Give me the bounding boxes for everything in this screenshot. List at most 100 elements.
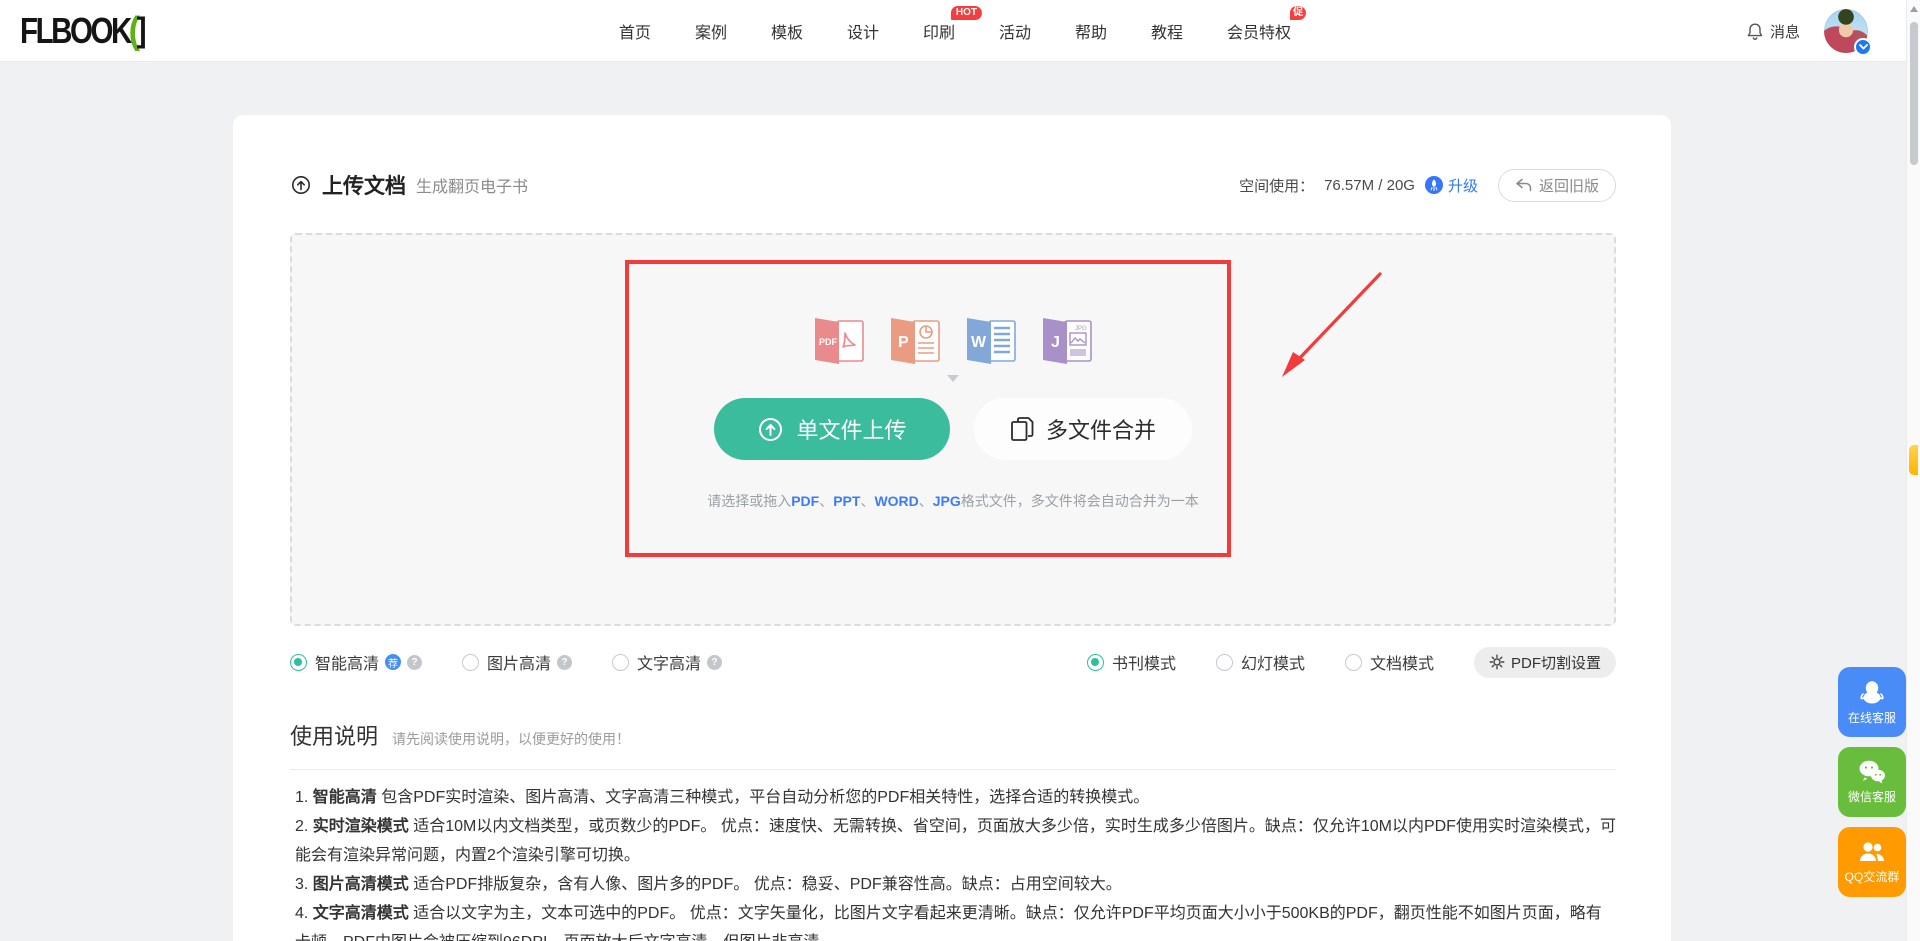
svg-text:J: J bbox=[1051, 334, 1060, 351]
main-nav: 首页 案例 模板 设计 印刷HOT 活动 帮助 教程 会员特权促 bbox=[619, 0, 1291, 62]
logo-text: FLBOOK bbox=[20, 10, 130, 52]
quality-text-label: 文字高清 bbox=[637, 650, 701, 674]
single-upload-button[interactable]: 单文件上传 bbox=[714, 398, 950, 460]
instructions-header: 使用说明 请先阅读使用说明，以便更好的使用！ bbox=[290, 719, 630, 751]
user-avatar[interactable] bbox=[1824, 9, 1868, 53]
nav-item-vip[interactable]: 会员特权促 bbox=[1227, 19, 1291, 43]
gear-icon bbox=[1489, 654, 1505, 670]
instruction-item: 3. 图片高清模式 适合PDF排版复杂，含有人像、图片多的PDF。 优点：稳妥、… bbox=[295, 870, 1617, 899]
instruction-item: 2. 实时渲染模式 适合10M以内文档类型，或页数少的PDF。 优点：速度快、无… bbox=[295, 812, 1617, 870]
ppt-file-icon: P bbox=[887, 317, 943, 365]
card-header: 上传文档 生成翻页电子书 空间使用： 76.57M / 20G 升级 返回旧版 bbox=[290, 167, 1616, 203]
qq-icon bbox=[1858, 678, 1886, 706]
scrollbar-thumb[interactable] bbox=[1910, 22, 1918, 165]
pdf-cut-settings-label: PDF切割设置 bbox=[1511, 652, 1601, 673]
section-divider bbox=[290, 769, 1616, 770]
format-word: WORD bbox=[874, 493, 918, 509]
page-title: 上传文档 bbox=[322, 170, 406, 200]
mode-slide-label: 幻灯模式 bbox=[1241, 650, 1305, 674]
help-icon[interactable]: ? bbox=[707, 655, 722, 670]
page-subtitle: 生成翻页电子书 bbox=[416, 173, 528, 197]
upgrade-label: 升级 bbox=[1448, 175, 1478, 196]
qq-group-label: QQ交流群 bbox=[1845, 868, 1900, 885]
nav-item-home[interactable]: 首页 bbox=[619, 19, 651, 43]
space-usage-label: 空间使用： bbox=[1239, 175, 1314, 196]
nav-item-help[interactable]: 帮助 bbox=[1075, 19, 1107, 43]
promo-badge: 促 bbox=[1290, 6, 1306, 20]
radio-smart-hd[interactable] bbox=[290, 654, 307, 671]
nav-item-design[interactable]: 设计 bbox=[847, 19, 879, 43]
pdf-file-icon: PDF bbox=[811, 317, 867, 365]
nav-item-activities[interactable]: 活动 bbox=[999, 19, 1031, 43]
instructions-subtitle: 请先阅读使用说明，以便更好的使用！ bbox=[392, 729, 630, 749]
word-file-icon: W bbox=[963, 317, 1019, 365]
multi-merge-button[interactable]: 多文件合并 bbox=[974, 398, 1192, 460]
svg-text:JPG: JPG bbox=[1075, 326, 1087, 332]
flbook-logo[interactable]: FLBOOK ( ] bbox=[20, 10, 147, 52]
format-ppt: PPT bbox=[833, 493, 860, 509]
online-support-label: 在线客服 bbox=[1848, 709, 1896, 726]
merge-files-icon bbox=[1010, 416, 1034, 442]
messages-button[interactable]: 消息 bbox=[1746, 21, 1800, 42]
instructions-title: 使用说明 bbox=[290, 719, 378, 751]
nav-item-cases[interactable]: 案例 bbox=[695, 19, 727, 43]
wechat-support-button[interactable]: 微信客服 bbox=[1838, 747, 1906, 817]
file-type-icons: PDF P W JPG J bbox=[811, 317, 1095, 365]
quality-option-smart[interactable]: 智能高清 荐 ? bbox=[290, 650, 422, 674]
instruction-item: 1. 智能高清 包含PDF实时渲染、图片高清、文字高清三种模式，平台自动分析您的… bbox=[295, 783, 1617, 812]
space-usage-area: 空间使用： 76.57M / 20G 升级 返回旧版 bbox=[1239, 169, 1616, 202]
back-to-old-label: 返回旧版 bbox=[1539, 175, 1599, 196]
upload-buttons: 单文件上传 多文件合并 bbox=[714, 398, 1192, 460]
side-widget-peek[interactable] bbox=[1909, 445, 1918, 475]
back-to-old-button[interactable]: 返回旧版 bbox=[1498, 169, 1616, 202]
single-upload-label: 单文件上传 bbox=[796, 413, 906, 445]
upload-cloud-icon bbox=[290, 174, 312, 196]
jpg-file-icon: JPG J bbox=[1039, 317, 1095, 365]
instructions-list: 1. 智能高清 包含PDF实时渲染、图片高清、文字高清三种模式，平台自动分析您的… bbox=[295, 783, 1617, 941]
quality-option-text[interactable]: 文字高清 ? bbox=[612, 650, 722, 674]
nav-item-tutorials[interactable]: 教程 bbox=[1151, 19, 1183, 43]
nav-item-templates[interactable]: 模板 bbox=[771, 19, 803, 43]
radio-book-mode[interactable] bbox=[1087, 654, 1104, 671]
multi-merge-label: 多文件合并 bbox=[1046, 413, 1156, 445]
mode-option-book[interactable]: 书刊模式 bbox=[1087, 650, 1176, 674]
recommended-badge: 荐 bbox=[385, 654, 401, 670]
nav-item-print[interactable]: 印刷HOT bbox=[923, 19, 955, 43]
svg-text:PDF: PDF bbox=[819, 337, 838, 347]
quality-image-label: 图片高清 bbox=[487, 650, 551, 674]
radio-image-hd[interactable] bbox=[462, 654, 479, 671]
back-arrow-icon bbox=[1515, 178, 1532, 193]
radio-slide-mode[interactable] bbox=[1216, 654, 1233, 671]
wechat-icon bbox=[1857, 759, 1887, 785]
instruction-item: 4. 文字高清模式 适合以文字为主，文本可选中的PDF。 优点：文字矢量化，比图… bbox=[295, 899, 1617, 941]
svg-text:W: W bbox=[971, 334, 987, 351]
mode-book-label: 书刊模式 bbox=[1112, 650, 1176, 674]
logo-bracket: ] bbox=[137, 11, 147, 50]
mode-option-slide[interactable]: 幻灯模式 bbox=[1216, 650, 1305, 674]
caret-down-icon bbox=[947, 375, 959, 382]
wechat-support-label: 微信客服 bbox=[1848, 788, 1896, 805]
quality-option-image[interactable]: 图片高清 ? bbox=[462, 650, 572, 674]
upload-icon bbox=[757, 416, 784, 443]
upload-card: 上传文档 生成翻页电子书 空间使用： 76.57M / 20G 升级 返回旧版 … bbox=[233, 115, 1671, 941]
online-support-button[interactable]: 在线客服 bbox=[1838, 667, 1906, 737]
mode-option-document[interactable]: 文档模式 bbox=[1345, 650, 1434, 674]
hot-badge: HOT bbox=[951, 6, 982, 20]
format-jpg: JPG bbox=[933, 493, 961, 509]
radio-document-mode[interactable] bbox=[1345, 654, 1362, 671]
bell-icon bbox=[1746, 22, 1764, 41]
help-icon[interactable]: ? bbox=[557, 655, 572, 670]
upgrade-link[interactable]: 升级 bbox=[1425, 175, 1478, 196]
pdf-cut-settings-button[interactable]: PDF切割设置 bbox=[1474, 647, 1616, 678]
top-header: FLBOOK ( ] 首页 案例 模板 设计 印刷HOT 活动 帮助 教程 会员… bbox=[0, 0, 1920, 62]
help-icon[interactable]: ? bbox=[407, 655, 422, 670]
radio-text-hd[interactable] bbox=[612, 654, 629, 671]
scrollbar-up-arrow-icon[interactable] bbox=[1910, 6, 1918, 12]
floating-support-stack: 在线客服 微信客服 QQ交流群 bbox=[1838, 667, 1906, 897]
conversion-options: 智能高清 荐 ? 图片高清 ? 文字高清 ? 书刊模式 幻灯模式 bbox=[290, 646, 1616, 678]
upload-dropzone[interactable]: PDF P W JPG J bbox=[290, 233, 1616, 626]
vip-badge-icon bbox=[1854, 38, 1872, 56]
header-right: 消息 bbox=[1746, 0, 1868, 62]
qq-group-button[interactable]: QQ交流群 bbox=[1838, 827, 1906, 897]
mode-document-label: 文档模式 bbox=[1370, 650, 1434, 674]
